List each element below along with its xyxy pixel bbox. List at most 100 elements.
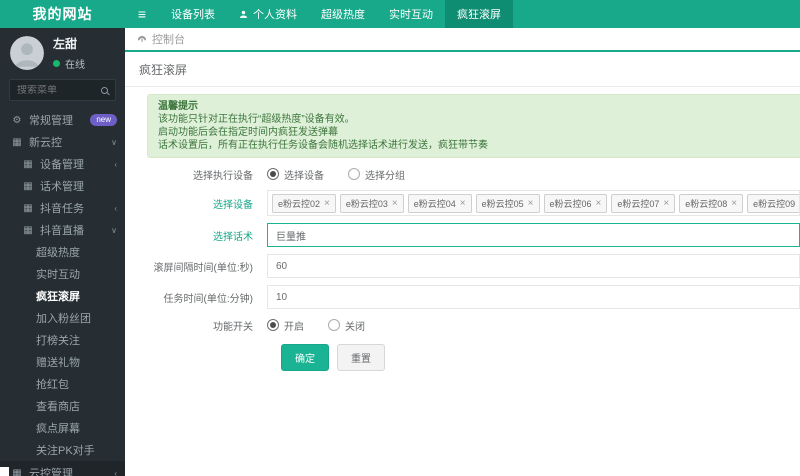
crazy-scroll-form: 选择执行设备 选择设备 选择分组 选择设备 e粉云控02 × e粉云控03 × … (147, 165, 800, 371)
remove-tag-icon[interactable]: × (460, 198, 466, 208)
sidebar-item-label: 打榜关注 (36, 335, 80, 347)
sidebar-item-script-management[interactable]: ▦ 话术管理 (0, 175, 125, 197)
brand-title[interactable]: 我的网站 (0, 0, 125, 28)
remove-tag-icon[interactable]: × (324, 198, 330, 208)
radio-option-on[interactable]: 开启 (267, 318, 304, 333)
search-icon (101, 86, 108, 94)
sidebar-item-douyin-tasks[interactable]: ▦ 抖音任务 ‹ (0, 197, 125, 219)
confirm-button[interactable]: 确定 (281, 344, 329, 371)
online-dot-icon (53, 60, 60, 67)
sidebar-item-label: 设备管理 (40, 159, 84, 171)
new-badge: new (90, 114, 117, 126)
sidebar-item-crazy-scroll[interactable]: 疯狂滚屏 (0, 285, 125, 307)
chevron-left-icon: ‹ (114, 203, 117, 213)
remove-tag-icon[interactable]: × (663, 198, 669, 208)
chevron-left-icon: ‹ (114, 159, 117, 169)
sidebar-item-label: 关注PK对手 (36, 445, 95, 457)
script-input[interactable] (267, 223, 800, 247)
sidebar-item-super-heat[interactable]: 超级热度 (0, 241, 125, 263)
form-row-device-mode: 选择执行设备 选择设备 选择分组 (147, 165, 800, 183)
remove-tag-icon[interactable]: × (596, 198, 602, 208)
sidebar-item-follow-pk-opponent[interactable]: 关注PK对手 (0, 439, 125, 461)
search-input[interactable] (17, 84, 101, 96)
device-mode-options: 选择设备 选择分组 (267, 167, 429, 182)
sidebar-item-douyin-live[interactable]: ▦ 抖音直播 ∨ (0, 219, 125, 241)
reset-button[interactable]: 重置 (337, 344, 385, 371)
tab-label: 疯狂滚屏 (457, 9, 501, 21)
sidebar-item-view-shop[interactable]: 查看商店 (0, 395, 125, 417)
device-tags-input[interactable]: e粉云控02 × e粉云控03 × e粉云控04 × e粉云控05 × e粉云控… (267, 190, 800, 216)
radio-option-off[interactable]: 关闭 (328, 318, 365, 333)
remove-tag-icon[interactable]: × (528, 198, 534, 208)
tab-realtime-interaction[interactable]: 实时互动 (377, 0, 445, 28)
gear-icon: ⚙ (12, 114, 22, 126)
remove-tag-icon[interactable]: × (392, 198, 398, 208)
grid-icon: ▦ (12, 136, 22, 148)
radio-icon[interactable] (348, 168, 360, 180)
device-tag: e粉云控02 × (272, 193, 336, 213)
interval-input[interactable] (267, 254, 800, 278)
remove-tag-icon[interactable]: × (731, 198, 737, 208)
main-area: ≡ 设备列表 个人资料 超级热度 实时互动 疯狂滚屏 控制台 疯狂滚屏 温馨提示… (125, 0, 800, 476)
grid-icon: ▦ (23, 224, 33, 236)
device-tag-label: e粉云控03 (345, 198, 388, 209)
radio-option-select-device[interactable]: 选择设备 (267, 167, 324, 182)
device-tag-label: e粉云控09 (753, 198, 796, 209)
tab-crazy-scroll[interactable]: 疯狂滚屏 (445, 0, 513, 28)
sidebar-item-device-management[interactable]: ▦ 设备管理 ‹ (0, 153, 125, 175)
sidebar-item-realtime-interaction[interactable]: 实时互动 (0, 263, 125, 285)
user-profile[interactable]: 左甜 在线 (0, 28, 125, 76)
tip-alert-line: 话术设置后，所有正在执行任务设备会随机选择话术进行发送，疯狂带节奏 (158, 140, 488, 151)
duration-input[interactable] (267, 285, 800, 309)
radio-label: 开启 (284, 321, 304, 333)
radio-label: 选择设备 (284, 170, 324, 182)
sidebar-item-send-gifts[interactable]: 赠送礼物 (0, 351, 125, 373)
sidebar-item-grab-redpacket[interactable]: 抢红包 (0, 373, 125, 395)
sidebar: 我的网站 左甜 在线 ⚙ 常规管理 new ▦ 新云控 (0, 0, 125, 476)
breadcrumb: 控制台 (125, 28, 800, 52)
sidebar-item-join-fanclub[interactable]: 加入粉丝团 (0, 307, 125, 329)
tab-label: 个人资料 (253, 9, 297, 21)
device-tag: e粉云控04 × (407, 193, 472, 213)
sidebar-item-new-cloud-control[interactable]: ▦ 新云控 ∨ (0, 131, 125, 153)
radio-icon[interactable] (267, 319, 279, 331)
device-tag-label: e粉云控05 (481, 198, 524, 209)
radio-label: 选择分组 (365, 170, 405, 182)
sidebar-item-cloud-control-management[interactable]: ▦ 云控管理 ‹ (0, 461, 125, 476)
user-name: 左甜 (53, 37, 78, 51)
hamburger-icon[interactable]: ≡ (125, 0, 159, 28)
script-label: 选择话术 (213, 231, 253, 243)
avatar (10, 36, 44, 70)
breadcrumb-label[interactable]: 控制台 (152, 31, 185, 47)
sidebar-item-general-management[interactable]: ⚙ 常规管理 new (0, 109, 125, 131)
device-mode-label: 选择执行设备 (193, 170, 253, 182)
device-tag: e粉云控08 × (679, 193, 744, 213)
devices-label: 选择设备 (213, 199, 253, 211)
avatar-placeholder-icon (10, 36, 44, 70)
tab-device-list[interactable]: 设备列表 (159, 0, 227, 28)
tip-alert-line: 启动功能后会在指定时间内疯狂发送弹幕 (158, 127, 338, 138)
device-tag-label: e粉云控06 (549, 198, 592, 209)
sidebar-item-crazy-tap-screen[interactable]: 疯点屏幕 (0, 417, 125, 439)
switch-options: 开启 关闭 (267, 318, 389, 333)
top-navbar: ≡ 设备列表 个人资料 超级热度 实时互动 疯狂滚屏 (125, 0, 800, 28)
radio-option-select-group[interactable]: 选择分组 (348, 167, 405, 182)
sidebar-menu: ⚙ 常规管理 new ▦ 新云控 ∨ ▦ 设备管理 ‹ ▦ 话术管理 ▦ 抖音任… (0, 109, 125, 476)
user-status: 在线 (53, 56, 85, 71)
tab-label: 实时互动 (389, 9, 433, 21)
dashboard-icon (137, 34, 147, 44)
grid-icon: ▦ (23, 202, 33, 214)
sidebar-item-ranking-follow[interactable]: 打榜关注 (0, 329, 125, 351)
duration-label: 任务时间(单位:分钟) (163, 293, 253, 305)
sidebar-item-label: 抖音任务 (40, 203, 84, 215)
form-row-duration: 任务时间(单位:分钟) (147, 285, 800, 309)
radio-icon[interactable] (267, 168, 279, 180)
tip-alert-line: 该功能只针对正在执行“超级热度”设备有效。 (158, 114, 355, 125)
tab-super-heat[interactable]: 超级热度 (309, 0, 377, 28)
interval-label: 滚屏间隔时间(单位:秒) (153, 262, 253, 274)
tab-profile[interactable]: 个人资料 (227, 0, 309, 28)
device-tag: e粉云控09 × (747, 193, 799, 213)
tip-alert: 温馨提示 该功能只针对正在执行“超级热度”设备有效。 启动功能后会在指定时间内疯… (147, 94, 800, 158)
form-row-switch: 功能开关 开启 关闭 (147, 316, 800, 334)
radio-icon[interactable] (328, 319, 340, 331)
